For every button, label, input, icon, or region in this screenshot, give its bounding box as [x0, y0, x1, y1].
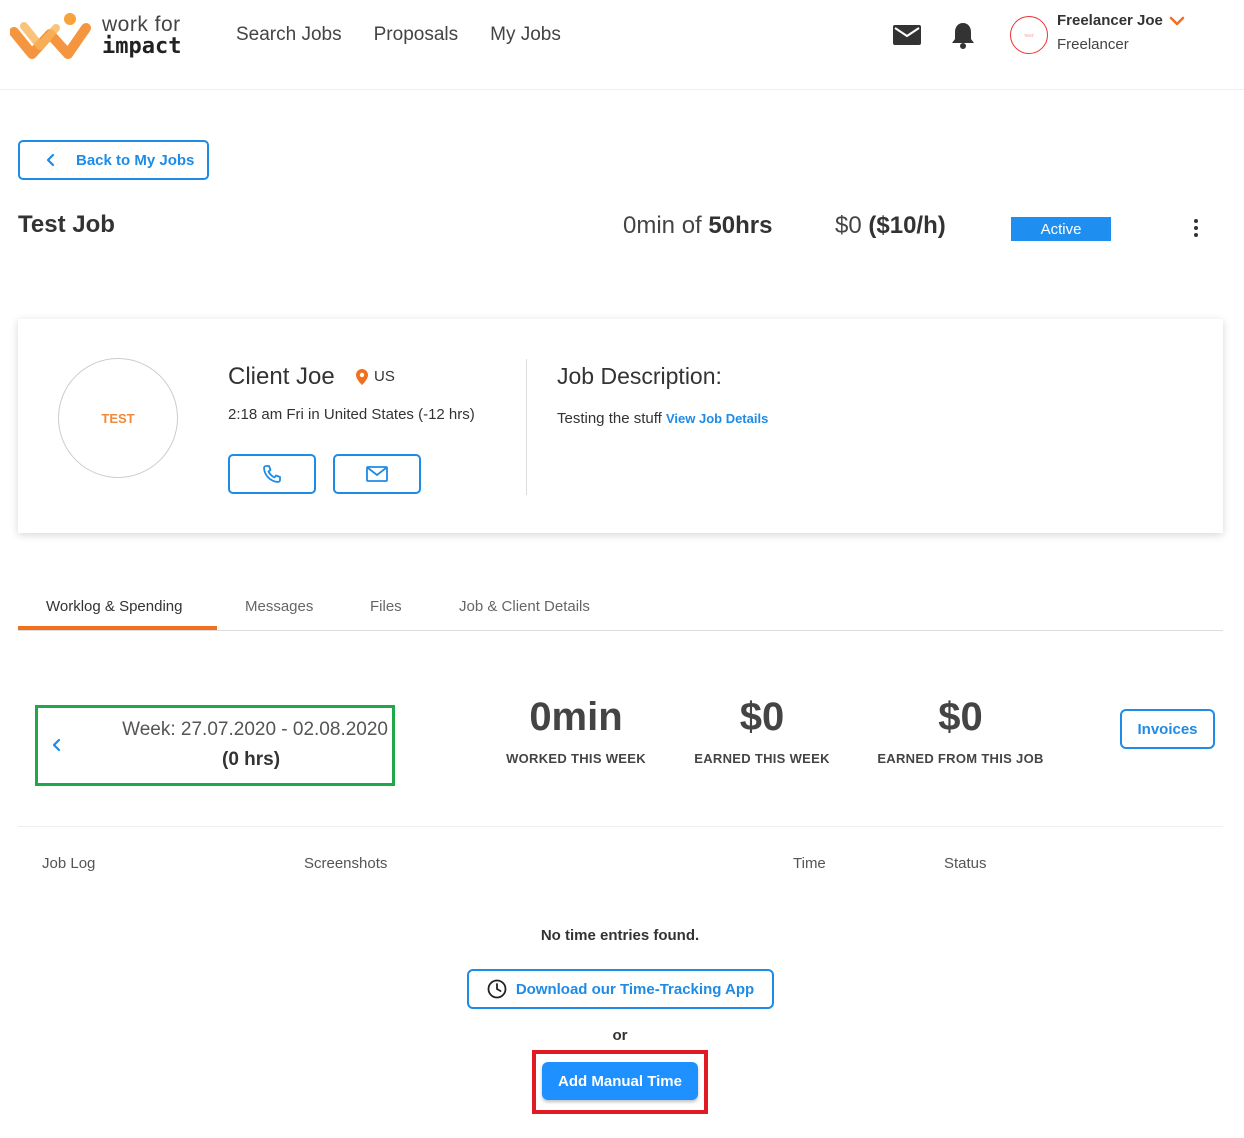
envelope-icon	[366, 466, 388, 482]
stat-earned-from-job: $0 EARNED FROM THIS JOB	[868, 693, 1053, 766]
job-hours: 0min of 50hrs	[623, 212, 772, 240]
client-local-time: 2:18 am Fri in United States (-12 hrs)	[228, 406, 475, 423]
hours-used: 0min of	[623, 212, 702, 239]
empty-state-message: No time entries found.	[540, 927, 700, 944]
work-for-impact-logo[interactable]: work for impact	[10, 10, 190, 60]
logo-line-2: impact	[102, 34, 182, 59]
week-selector: Week: 27.07.2020 - 02.08.2020 (0 hrs)	[35, 705, 395, 786]
card-divider	[526, 359, 527, 495]
stat-label: EARNED THIS WEEK	[694, 751, 830, 766]
stat-value: 0min	[529, 695, 623, 739]
tab-worklog-spending[interactable]: Worklog & Spending	[46, 598, 182, 615]
logo-mark-icon	[10, 13, 91, 59]
stat-worked-this-week: 0min WORKED THIS WEEK	[496, 693, 656, 766]
column-header-screenshots: Screenshots	[304, 855, 388, 872]
main-nav: Search Jobs Proposals My Jobs	[236, 24, 561, 46]
top-header: work for impact Search Jobs Proposals My…	[0, 0, 1244, 90]
phone-icon	[263, 465, 281, 483]
mail-icon[interactable]	[892, 20, 922, 50]
back-button-label: Back to My Jobs	[76, 152, 195, 169]
clock-icon	[487, 979, 507, 999]
chevron-left-icon	[46, 153, 55, 167]
stat-earned-this-week: $0 EARNED THIS WEEK	[687, 693, 837, 766]
week-hours: (0 hrs)	[222, 749, 281, 770]
back-to-my-jobs-button[interactable]: Back to My Jobs	[18, 140, 209, 180]
client-name: Client Joe	[228, 363, 335, 390]
stat-label: EARNED FROM THIS JOB	[877, 751, 1044, 766]
nav-my-jobs[interactable]: My Jobs	[490, 24, 561, 46]
client-location: US	[356, 368, 395, 385]
nav-search-jobs[interactable]: Search Jobs	[236, 24, 342, 46]
job-amount: $0	[835, 212, 862, 239]
job-description-text: Testing the stuff View Job Details	[557, 410, 768, 427]
client-country: US	[374, 368, 395, 385]
stat-value: $0	[739, 695, 785, 739]
user-name[interactable]: Freelancer Joe	[1057, 12, 1163, 29]
tab-messages[interactable]: Messages	[245, 598, 313, 615]
client-card: TEST Client Joe US 2:18 am Fri in United…	[18, 319, 1223, 533]
previous-week-chevron-icon[interactable]	[48, 736, 66, 754]
add-manual-time-highlight: Add Manual Time	[532, 1050, 708, 1114]
status-badge: Active	[1011, 217, 1111, 241]
job-description-title: Job Description:	[557, 363, 722, 389]
stat-value: $0	[938, 695, 983, 739]
tab-files[interactable]: Files	[370, 598, 402, 615]
logo-text: work for impact	[102, 14, 181, 58]
download-button-label: Download our Time-Tracking App	[515, 980, 755, 998]
job-tabs: Worklog & Spending Messages Files Job & …	[18, 590, 1223, 631]
location-pin-icon	[356, 368, 368, 385]
nav-proposals[interactable]: Proposals	[374, 24, 459, 46]
column-header-time: Time	[793, 855, 826, 872]
invoices-button[interactable]: Invoices	[1120, 709, 1215, 749]
download-time-tracking-app-button[interactable]: Download our Time-Tracking App	[467, 969, 774, 1009]
divider	[18, 826, 1223, 827]
chevron-down-icon[interactable]	[1168, 12, 1186, 30]
user-avatar[interactable]: TEST	[1010, 16, 1048, 54]
tab-job-client-details[interactable]: Job & Client Details	[459, 598, 590, 615]
or-separator: or	[612, 1027, 628, 1044]
user-role: Freelancer	[1057, 36, 1129, 53]
stat-label: WORKED THIS WEEK	[506, 751, 646, 766]
logo-line-1: work for	[102, 13, 181, 36]
column-header-status: Status	[944, 855, 987, 872]
view-job-details-link[interactable]: View Job Details	[666, 411, 768, 426]
notification-bell-icon[interactable]	[948, 20, 978, 50]
job-rate: ($10/h)	[868, 212, 946, 239]
week-range-label: Week: 27.07.2020 - 02.08.2020	[122, 719, 388, 740]
job-earnings: $0 ($10/h)	[835, 212, 946, 240]
description-body: Testing the stuff	[557, 410, 662, 427]
column-header-job-log: Job Log	[42, 855, 96, 872]
email-button[interactable]	[333, 454, 421, 494]
client-avatar: TEST	[58, 358, 178, 478]
hours-total: 50hrs	[708, 212, 773, 239]
more-options-icon[interactable]	[1186, 218, 1206, 238]
job-title: Test Job	[18, 211, 115, 238]
call-button[interactable]	[228, 454, 316, 494]
active-tab-indicator	[18, 626, 217, 630]
add-manual-time-button[interactable]: Add Manual Time	[542, 1062, 698, 1100]
